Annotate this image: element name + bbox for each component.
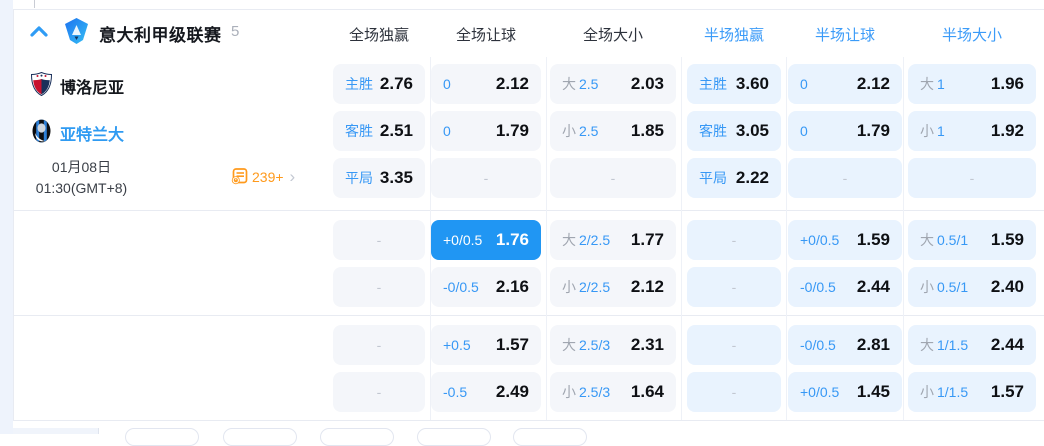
markets-list-icon <box>231 168 248 185</box>
column-header-half-handicap: 半场让球 <box>814 27 875 44</box>
odds-cell-full-handicap[interactable]: -0.5 2.49 <box>431 372 541 412</box>
away-team-name[interactable]: 亚特兰大 <box>60 121 124 145</box>
odds-cell-full-win-home[interactable]: 主胜 2.76 <box>333 64 425 104</box>
odds-cell-empty: - <box>333 267 425 307</box>
more-markets-count: 239+ <box>252 168 284 185</box>
odds-cell-full-handicap[interactable]: -0/0.5 2.16 <box>431 267 541 307</box>
odds-cell-empty: - <box>788 158 902 198</box>
card-left-border <box>13 9 14 420</box>
odds-cell-half-handicap[interactable]: -0/0.5 2.44 <box>788 267 902 307</box>
odds-cell-empty: - <box>333 372 425 412</box>
odds-cell-full-handicap[interactable]: +0.5 1.57 <box>431 325 541 365</box>
odds-cell-half-handicap[interactable]: -0/0.5 2.81 <box>788 325 902 365</box>
match-date: 01月08日 <box>51 159 112 175</box>
odds-cell-full-handicap-home[interactable]: 0 2.12 <box>431 64 541 104</box>
odds-cell-empty: - <box>687 372 781 412</box>
filter-pill[interactable] <box>125 428 199 446</box>
home-team-name[interactable]: 博洛尼亚 <box>60 74 124 98</box>
odds-cell-empty: - <box>333 325 425 365</box>
card-bottom-border <box>13 420 1044 421</box>
odds-cell-half-handicap-away[interactable]: 0 1.79 <box>788 111 902 151</box>
odds-cell-empty: - <box>431 158 541 198</box>
odds-cell-half-draw[interactable]: 平局 2.22 <box>687 158 781 198</box>
odds-cell-half-under[interactable]: 小 0.5/1 2.40 <box>908 267 1036 307</box>
odds-cell-empty: - <box>333 220 425 260</box>
league-logo-icon <box>63 17 90 45</box>
match-datetime: 01月08日 01:30(GMT+8) <box>13 157 150 199</box>
odds-cell-half-win-home[interactable]: 主胜 3.60 <box>687 64 781 104</box>
odds-cell-half-over[interactable]: 大 1/1.5 2.44 <box>908 325 1036 365</box>
odds-cell-full-win-away[interactable]: 客胜 2.51 <box>333 111 425 151</box>
next-card-left-cell <box>13 428 99 434</box>
chevron-right-icon: › <box>289 166 296 186</box>
section-divider-1 <box>13 210 1044 211</box>
column-divider <box>903 57 904 420</box>
odds-cell-full-under[interactable]: 小 2.5/3 1.64 <box>550 372 676 412</box>
odds-cell-half-under[interactable]: 小 1/1.5 1.57 <box>908 372 1036 412</box>
filter-pill[interactable] <box>320 428 394 446</box>
odds-cell-half-win-away[interactable]: 客胜 3.05 <box>687 111 781 151</box>
league-match-count: 5 <box>231 23 240 40</box>
odds-cell-full-over[interactable]: 大 2.5 2.03 <box>550 64 676 104</box>
column-divider <box>546 57 547 420</box>
odds-cell-half-handicap[interactable]: +0/0.5 1.45 <box>788 372 902 412</box>
odds-cell-full-handicap-away[interactable]: 0 1.79 <box>431 111 541 151</box>
column-header-half-win: 半场独赢 <box>703 27 764 44</box>
left-page-strip <box>0 0 13 434</box>
odds-cell-empty: - <box>687 325 781 365</box>
column-header-full-win: 全场独赢 <box>348 27 409 44</box>
odds-cell-full-over[interactable]: 大 2/2.5 1.77 <box>550 220 676 260</box>
match-time: 01:30(GMT+8) <box>35 180 128 196</box>
odds-cell-empty: - <box>687 267 781 307</box>
odds-cell-full-draw[interactable]: 平局 3.35 <box>333 158 425 198</box>
odds-cell-half-over[interactable]: 大 0.5/1 1.59 <box>908 220 1036 260</box>
section-divider-2 <box>13 315 1044 316</box>
odds-cell-half-handicap-home[interactable]: 0 2.12 <box>788 64 902 104</box>
odds-cell-full-over[interactable]: 大 2.5/3 2.31 <box>550 325 676 365</box>
odds-cell-half-under[interactable]: 小 1 1.92 <box>908 111 1036 151</box>
league-name[interactable]: 意大利甲级联赛 <box>99 21 222 46</box>
filter-pill[interactable] <box>513 428 587 446</box>
previous-card-remnant <box>34 0 35 8</box>
odds-cell-full-under[interactable]: 小 2/2.5 2.12 <box>550 267 676 307</box>
odds-cell-handicap-selected[interactable]: +0/0.5 1.76 <box>431 220 541 260</box>
odds-cell-empty: - <box>687 220 781 260</box>
odds-cell-half-over[interactable]: 大 1 1.96 <box>908 64 1036 104</box>
collapse-chevron-up-icon[interactable] <box>29 24 49 38</box>
odds-cell-half-handicap[interactable]: +0/0.5 1.59 <box>788 220 902 260</box>
card-top-border <box>13 9 1044 10</box>
column-header-half-over-under: 半场大小 <box>941 27 1002 44</box>
filter-pill[interactable] <box>417 428 491 446</box>
column-header-full-handicap: 全场让球 <box>455 27 516 44</box>
column-divider <box>681 57 682 420</box>
away-team-logo-icon <box>32 119 51 143</box>
odds-cell-empty: - <box>550 158 676 198</box>
column-header-full-over-under: 全场大小 <box>582 27 643 44</box>
odds-cell-full-under[interactable]: 小 2.5 1.85 <box>550 111 676 151</box>
filter-pill[interactable] <box>223 428 297 446</box>
more-markets-link[interactable]: 239+ › <box>231 168 295 185</box>
home-team-logo-icon <box>30 71 53 97</box>
odds-cell-empty: - <box>908 158 1036 198</box>
column-divider <box>786 57 787 420</box>
